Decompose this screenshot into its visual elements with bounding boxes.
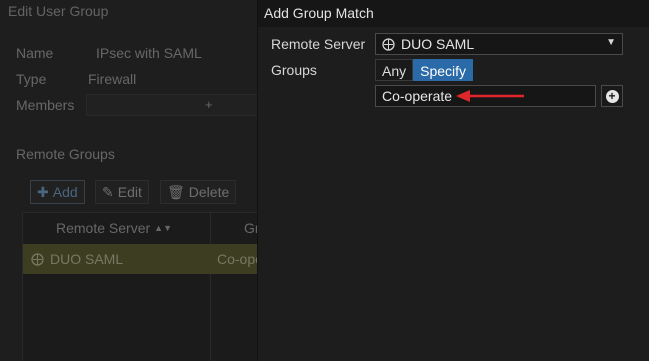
groups-toggle: Any Specify	[375, 59, 474, 81]
remote-server-label: Remote Server	[271, 36, 366, 52]
panel-title: Add Group Match	[258, 0, 649, 27]
remote-server-value: DUO SAML	[401, 36, 475, 52]
server-globe-icon	[382, 37, 395, 51]
add-group-match-panel: Add Group Match Remote Server DUO SAML ▼…	[257, 0, 649, 361]
dropdown-caret-icon: ▼	[606, 37, 616, 48]
plus-circle-icon: +	[605, 89, 619, 103]
modal-backdrop	[0, 0, 258, 361]
groups-label: Groups	[271, 62, 317, 78]
groups-any-option[interactable]: Any	[375, 59, 414, 81]
annotation-arrow-icon	[456, 90, 524, 102]
remote-server-select[interactable]: DUO SAML ▼	[375, 33, 623, 55]
add-group-button[interactable]: +	[601, 85, 623, 107]
groups-specify-option[interactable]: Specify	[413, 59, 474, 81]
